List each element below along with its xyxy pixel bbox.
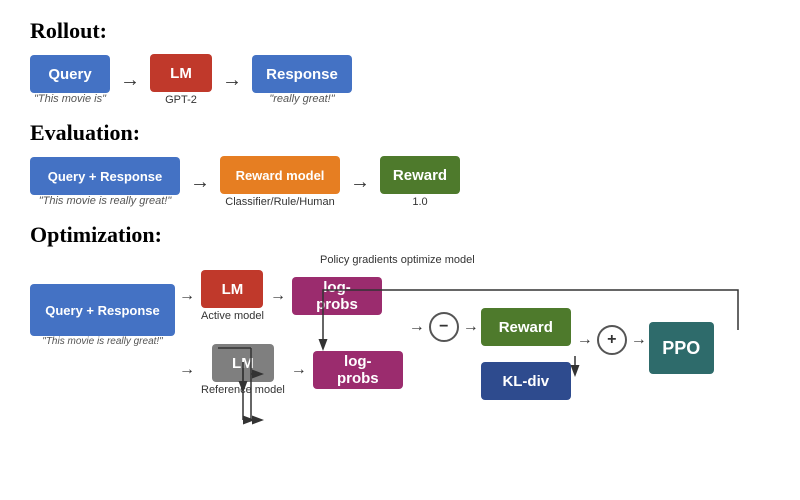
arrow13: → xyxy=(631,332,647,348)
eval-rm-cell: Reward model Classifier/Rule/Human xyxy=(220,156,340,208)
rollout-flow: Query "This movie is" → LM GPT-2 → Respo… xyxy=(30,54,770,106)
opt-logprobs-top-box: log-probs xyxy=(292,277,382,315)
opt-logprobs-bot-box: log-probs xyxy=(313,351,403,389)
opt-lm-active-subtext: Active model xyxy=(201,310,264,322)
opt-lm-ref-subtext: Reference model xyxy=(201,384,285,396)
rollout-lm-cell: LM GPT-2 xyxy=(150,54,212,106)
eval-qr-subtext: "This movie is really great!" xyxy=(39,195,172,207)
opt-qr-subtext: "This movie is really great!" xyxy=(42,336,162,347)
arrow11: → xyxy=(463,319,479,335)
opt-lm-active-cell: LM Active model xyxy=(201,270,264,322)
optimization-title: Optimization: xyxy=(30,222,770,248)
opt-reward-box: Reward xyxy=(481,308,571,346)
evaluation-flow: Query + Response "This movie is really g… xyxy=(30,156,770,208)
arrow8: → xyxy=(291,362,307,378)
rollout-query-cell: Query "This movie is" xyxy=(30,55,110,105)
optimization-section: Optimization: Policy gradients optimize … xyxy=(30,222,770,400)
rollout-response-subtext: "really great!" xyxy=(269,93,334,105)
eval-qr-box: Query + Response xyxy=(30,157,180,195)
policy-gradient-label: Policy gradients optimize model xyxy=(320,254,475,266)
eval-reward-subtext: 1.0 xyxy=(412,196,427,208)
arrow10: → xyxy=(409,319,425,335)
plus-op: + xyxy=(597,325,627,355)
rollout-query-box: Query xyxy=(30,55,110,93)
arrow7: → xyxy=(179,362,195,378)
eval-rm-box: Reward model xyxy=(220,156,340,194)
opt-qr-box: Query + Response xyxy=(30,284,175,336)
rollout-section: Rollout: Query "This movie is" → LM GPT-… xyxy=(30,18,770,106)
minus-op: − xyxy=(429,312,459,342)
rollout-lm-subtext: GPT-2 xyxy=(165,94,197,106)
rollout-query-subtext: "This movie is" xyxy=(34,93,106,105)
arrow3: → xyxy=(190,172,210,192)
eval-reward-box: Reward xyxy=(380,156,460,194)
arrow6: → xyxy=(270,288,286,304)
eval-qr-cell: Query + Response "This movie is really g… xyxy=(30,157,180,207)
opt-lm-active-box: LM xyxy=(201,270,263,308)
opt-kldiv-box: KL-div xyxy=(481,362,571,400)
opt-ppo-box: PPO xyxy=(649,322,714,374)
evaluation-title: Evaluation: xyxy=(30,120,770,146)
opt-lm-ref-cell: LM Reference model xyxy=(201,344,285,396)
evaluation-section: Evaluation: Query + Response "This movie… xyxy=(30,120,770,208)
rollout-lm-box: LM xyxy=(150,54,212,92)
arrow1: → xyxy=(120,70,140,90)
arrow5: → xyxy=(179,288,195,304)
rollout-title: Rollout: xyxy=(30,18,770,44)
eval-reward-cell: Reward 1.0 xyxy=(380,156,460,208)
arrow4: → xyxy=(350,172,370,192)
rollout-response-box: Response xyxy=(252,55,352,93)
opt-lm-ref-box: LM xyxy=(212,344,274,382)
eval-rm-subtext: Classifier/Rule/Human xyxy=(225,196,334,208)
arrow12: → xyxy=(577,332,593,348)
arrow2: → xyxy=(222,70,242,90)
opt-qr-cell: Query + Response "This movie is really g… xyxy=(30,284,175,347)
rollout-response-cell: Response "really great!" xyxy=(252,55,352,105)
